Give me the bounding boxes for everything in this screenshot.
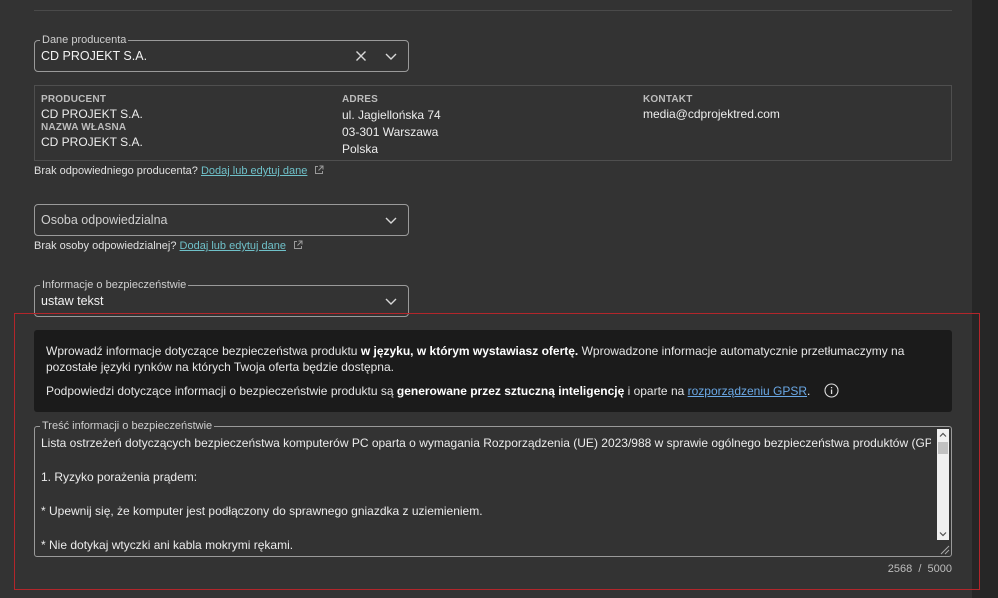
counter-separator: / <box>918 563 922 575</box>
producer-select-label: Dane producenta <box>40 34 129 46</box>
contact-column: KONTAKT media@cdprojektred.com <box>643 93 780 121</box>
responsible-edit-link[interactable]: Dodaj lub edytuj dane <box>180 240 286 252</box>
character-counter: 2568 / 5000 <box>888 563 952 575</box>
counter-max: 5000 <box>927 563 952 575</box>
safety-info-label: Informacje o bezpieczeństwie <box>40 279 189 291</box>
safety-text-line: * Nie dotykaj wtyczki ani kabla mokrymi … <box>41 538 294 552</box>
scroll-up-icon[interactable] <box>937 429 949 441</box>
safety-text-label: Treść informacji o bezpieczeństwie <box>40 420 215 432</box>
producer-hint-text: Brak odpowiedniego producenta? <box>34 165 198 177</box>
own-name-value: CD PROJEKT S.A. <box>41 135 143 149</box>
safety-text-line: * Upewnij się, że komputer jest podłączo… <box>41 504 483 518</box>
address-label: ADRES <box>342 94 379 105</box>
chevron-down-icon[interactable] <box>384 294 398 308</box>
resize-grip-icon[interactable] <box>938 543 950 555</box>
responsible-person-select[interactable]: Osoba odpowiedzialna <box>34 204 409 236</box>
external-link-icon[interactable] <box>293 240 303 250</box>
safety-text-line: Lista ostrzeżeń dotyczących bezpieczeńst… <box>41 436 931 450</box>
notice-text: i oparte na <box>624 384 688 398</box>
responsible-hint-text: Brak osoby odpowiedzialnej? <box>34 240 177 252</box>
address-city: 03-301 Warszawa <box>342 125 439 139</box>
responsible-person-placeholder: Osoba odpowiedzialna <box>41 213 168 227</box>
contact-label: KONTAKT <box>643 94 693 105</box>
producer-select[interactable]: Dane producenta CD PROJEKT S.A. <box>34 34 409 72</box>
responsible-hint: Brak osoby odpowiedzialnej? Dodaj lub ed… <box>34 240 303 252</box>
safety-text-content[interactable]: Lista ostrzeżeń dotyczących bezpieczeńst… <box>41 435 931 554</box>
notice-text: . <box>807 384 811 398</box>
chevron-down-icon[interactable] <box>384 49 398 63</box>
notice-text: Podpowiedzi dotyczące informacji o bezpi… <box>46 384 397 398</box>
chevron-down-icon[interactable] <box>384 213 398 227</box>
notice-emphasis: w języku, w którym wystawiasz ofertę. <box>360 344 579 358</box>
scroll-down-icon[interactable] <box>937 528 949 540</box>
gpsr-link[interactable]: rozporządzeniu GPSR <box>688 384 807 398</box>
address-country: Polska <box>342 142 379 156</box>
scroll-thumb[interactable] <box>938 442 948 454</box>
textarea-scrollbar[interactable] <box>937 429 949 540</box>
contact-value: media@cdprojektred.com <box>643 107 780 121</box>
section-divider <box>34 10 952 11</box>
safety-text-line: 1. Ryzyko porażenia prądem: <box>41 470 198 484</box>
counter-current: 2568 <box>887 563 913 575</box>
address-column: ADRES ul. Jagiellońska 74 03-301 Warszaw… <box>342 93 441 158</box>
safety-info-value: ustaw tekst <box>41 294 104 308</box>
external-link-icon[interactable] <box>314 165 324 175</box>
producer-hint: Brak odpowiedniego producenta? Dodaj lub… <box>34 165 324 177</box>
producer-select-value: CD PROJEKT S.A. <box>41 49 148 63</box>
ai-notice: Wprowadź informacje dotyczące bezpieczeń… <box>34 330 952 412</box>
notice-text: Wprowadź informacje dotyczące bezpieczeń… <box>46 344 361 358</box>
own-name-label: NAZWA WŁASNA <box>41 122 127 133</box>
notice-paragraph-1: Wprowadź informacje dotyczące bezpieczeń… <box>46 343 940 375</box>
info-circle-icon[interactable] <box>824 383 839 398</box>
producer-value: CD PROJEKT S.A. <box>41 107 143 121</box>
producer-column: PRODUCENT CD PROJEKT S.A. NAZWA WŁASNA C… <box>41 93 143 149</box>
close-icon[interactable] <box>354 49 368 63</box>
safety-text-area[interactable]: Treść informacji o bezpieczeństwie Lista… <box>34 420 952 557</box>
producer-edit-link[interactable]: Dodaj lub edytuj dane <box>201 165 307 177</box>
producer-label: PRODUCENT <box>41 94 107 105</box>
notice-paragraph-2: Podpowiedzi dotyczące informacji o bezpi… <box>46 383 940 399</box>
producer-details: PRODUCENT CD PROJEKT S.A. NAZWA WŁASNA C… <box>34 85 952 161</box>
notice-emphasis: generowane przez sztuczną inteligencję <box>396 384 625 398</box>
address-street: ul. Jagiellońska 74 <box>342 108 441 122</box>
